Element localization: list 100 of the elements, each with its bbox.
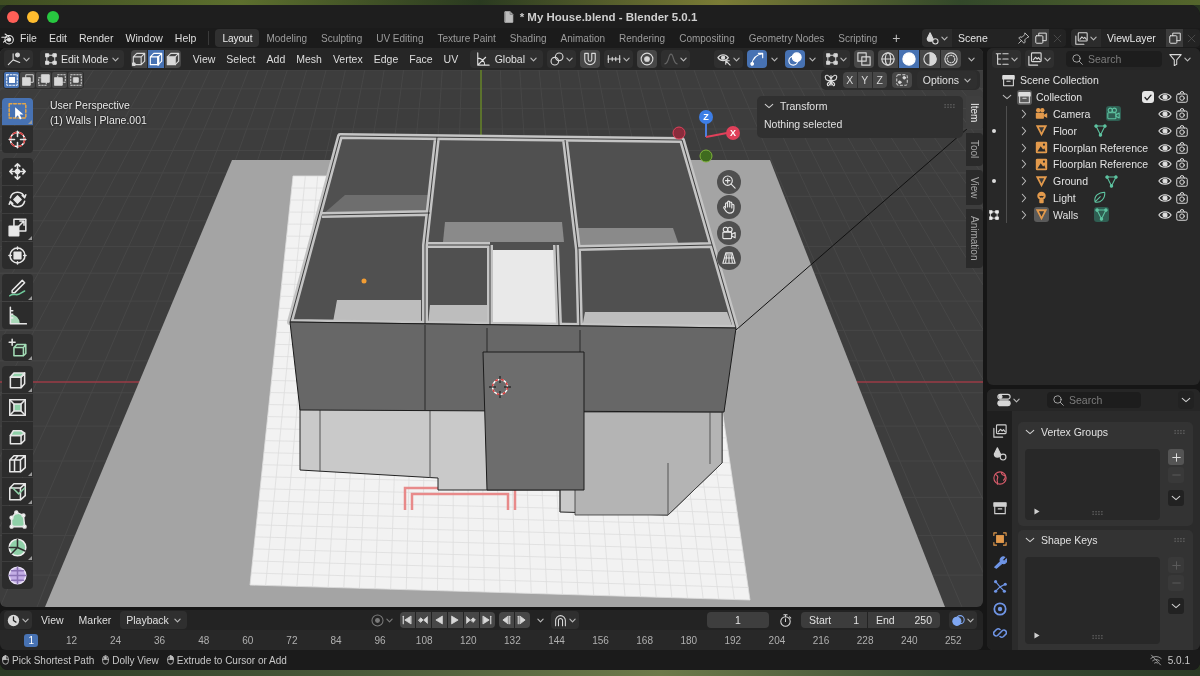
eye-icon[interactable] [1158, 159, 1172, 170]
x-ray-toggle[interactable] [854, 50, 874, 68]
tool-button[interactable] [2, 478, 33, 505]
add-workspace-button[interactable]: + [884, 29, 909, 47]
close-window-button[interactable] [7, 10, 19, 23]
select-mode-button[interactable] [165, 50, 182, 68]
snap-toggle[interactable] [580, 50, 601, 68]
menu-item[interactable]: UV [438, 50, 464, 68]
menu-item[interactable]: Add [261, 50, 291, 68]
chevron-right-icon[interactable] [1021, 192, 1027, 203]
tool-button[interactable] [2, 274, 33, 301]
outliner-item[interactable]: Light [1053, 191, 1076, 204]
start-frame-field[interactable]: Start 1 [801, 612, 867, 628]
outliner-item[interactable]: Floor [1053, 124, 1077, 137]
tool-button[interactable] [2, 214, 33, 241]
tool-button[interactable] [2, 506, 33, 533]
snapping-button[interactable] [550, 611, 579, 629]
snap-target-button[interactable] [604, 50, 634, 68]
checkbox[interactable] [1142, 91, 1154, 104]
leaf-icon[interactable] [1091, 190, 1107, 206]
step-back-button[interactable] [498, 612, 514, 628]
menu-item[interactable]: Help [168, 29, 203, 47]
tool-button[interactable] [2, 422, 33, 449]
workspace-tab[interactable]: Layout [215, 29, 260, 47]
selection-mode-button[interactable] [4, 72, 19, 88]
chevron-right-icon[interactable] [1021, 125, 1027, 136]
eye-icon[interactable] [1158, 209, 1172, 220]
visibility-button[interactable] [714, 50, 743, 68]
options-button[interactable] [1178, 391, 1194, 409]
outliner-item[interactable]: Ground [1053, 175, 1089, 188]
menu-item[interactable]: Edge [368, 50, 404, 68]
panel-header[interactable]: Transform [764, 96, 828, 116]
workspace-tab[interactable]: Texture Paint [430, 29, 503, 47]
workspace-tab[interactable]: UV Editing [369, 29, 431, 47]
add-button[interactable] [1168, 449, 1184, 465]
shading-mode-button[interactable] [878, 50, 898, 68]
display-mode-button[interactable] [992, 50, 1021, 68]
step-forward-button[interactable] [514, 612, 530, 628]
workspace-tab[interactable]: Animation [553, 29, 612, 47]
pivot-point-button[interactable] [547, 50, 577, 68]
playback-button[interactable] [447, 612, 463, 628]
mirror-axis-toggle[interactable]: X [842, 72, 857, 88]
eye-icon[interactable] [1158, 142, 1172, 153]
tool-button[interactable] [2, 450, 33, 477]
camera-icon[interactable] [1176, 91, 1188, 104]
editor-type-button[interactable] [4, 50, 33, 68]
tool-button[interactable] [2, 394, 33, 421]
menu-item[interactable]: File [14, 29, 43, 47]
tool-button[interactable] [2, 562, 33, 589]
view-layer-field[interactable]: ViewLayer [1101, 29, 1166, 47]
selection-mode-button[interactable] [20, 72, 35, 88]
camera-icon[interactable] [1176, 158, 1188, 171]
overlay-toggle[interactable] [785, 50, 805, 68]
mirror-axis-toggle[interactable]: Y [857, 72, 872, 88]
chevron-right-icon[interactable] [1021, 176, 1027, 187]
tool-button[interactable] [2, 366, 33, 393]
eye-icon[interactable] [1158, 176, 1172, 187]
editor-type-button[interactable] [4, 611, 32, 629]
view-layer-filter-button[interactable] [1025, 50, 1054, 68]
panel-header[interactable]: Vertex Groups [1025, 422, 1109, 442]
camera-icon[interactable] [1176, 141, 1188, 154]
workspace-tab[interactable]: Compositing [672, 29, 742, 47]
playback-dropdown[interactable]: Playback [120, 611, 187, 629]
eye-icon[interactable] [1158, 192, 1172, 203]
chevron-right-icon[interactable] [1021, 109, 1027, 119]
scene-field[interactable]: Scene [952, 29, 1015, 47]
camera-icon[interactable] [1176, 208, 1188, 221]
tool-button[interactable] [2, 126, 33, 153]
current-frame-field[interactable]: 1 [707, 612, 769, 628]
end-frame-field[interactable]: End 250 [868, 612, 940, 628]
selection-mode-button[interactable] [68, 72, 83, 88]
selection-mode-button[interactable] [52, 72, 67, 88]
proportional-editing-toggle[interactable] [637, 50, 658, 68]
onion-skin-button[interactable] [949, 611, 977, 629]
mesh-triangle-icon[interactable] [1092, 123, 1108, 139]
camera-outline-icon[interactable] [1106, 106, 1122, 122]
mesh-triangle-icon[interactable] [1104, 173, 1120, 189]
view-layer-menu-button[interactable] [1071, 29, 1101, 47]
playback-button[interactable] [479, 612, 495, 628]
workspace-tab[interactable]: Scripting [831, 29, 885, 47]
search-field[interactable]: Search [1066, 51, 1162, 67]
shading-mode-button[interactable] [941, 50, 961, 68]
tool-button[interactable] [2, 334, 33, 361]
camera-icon[interactable] [1176, 191, 1188, 204]
menu-item[interactable]: Marker [72, 611, 118, 629]
pin-button[interactable] [1015, 29, 1032, 47]
minimize-window-button[interactable] [27, 10, 39, 23]
workspace-tab[interactable]: Geometry Nodes [741, 29, 832, 47]
auto-merge-button[interactable] [891, 72, 912, 88]
chevron-right-icon[interactable] [1021, 209, 1027, 220]
outliner-item[interactable]: Walls [1053, 208, 1079, 221]
zoom-window-button[interactable] [47, 10, 59, 23]
camera-icon[interactable] [1176, 124, 1188, 137]
playback-button[interactable] [415, 612, 431, 628]
workspace-tab[interactable]: Modeling [259, 29, 315, 47]
menu-item[interactable]: View [187, 50, 221, 68]
outliner-item[interactable]: Scene Collection [1020, 74, 1099, 87]
sidebar-tab[interactable]: View [966, 169, 983, 206]
preview-range-button[interactable] [778, 611, 792, 629]
shading-mode-button[interactable] [899, 50, 919, 68]
